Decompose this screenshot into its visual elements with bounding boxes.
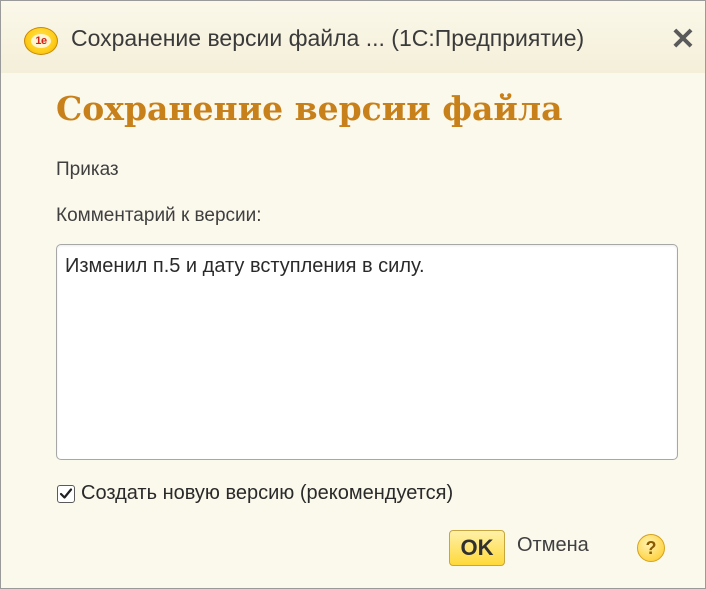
close-icon[interactable]: ✕ bbox=[667, 23, 699, 56]
window-title: Сохранение версии файла ... (1С:Предприя… bbox=[71, 25, 585, 51]
cancel-button[interactable]: Отмена bbox=[517, 534, 589, 557]
create-new-version-label: Создать новую версию (рекомендуется) bbox=[81, 482, 454, 504]
help-icon[interactable]: ? bbox=[637, 534, 665, 562]
create-new-version-checkbox-row[interactable]: Создать новую версию (рекомендуется) bbox=[57, 482, 453, 505]
title-bar[interactable]: 1e Сохранение версии файла ... (1С:Предп… bbox=[1, 1, 705, 73]
ok-button[interactable]: OK bbox=[449, 530, 505, 566]
comment-label: Комментарий к версии: bbox=[56, 205, 262, 226]
create-new-version-checkbox[interactable] bbox=[57, 484, 75, 503]
comment-input[interactable]: Изменил п.5 и дату вступления в силу. bbox=[56, 244, 678, 460]
dialog-window: 1e Сохранение версии файла ... (1С:Предп… bbox=[0, 0, 706, 589]
file-name-label: Приказ bbox=[56, 159, 119, 180]
form-heading: Сохранение версии файла bbox=[56, 89, 563, 128]
checkmark-icon bbox=[59, 487, 73, 499]
1c-logo-icon: 1e bbox=[24, 27, 58, 55]
app-icon-text: 1e bbox=[31, 34, 51, 48]
